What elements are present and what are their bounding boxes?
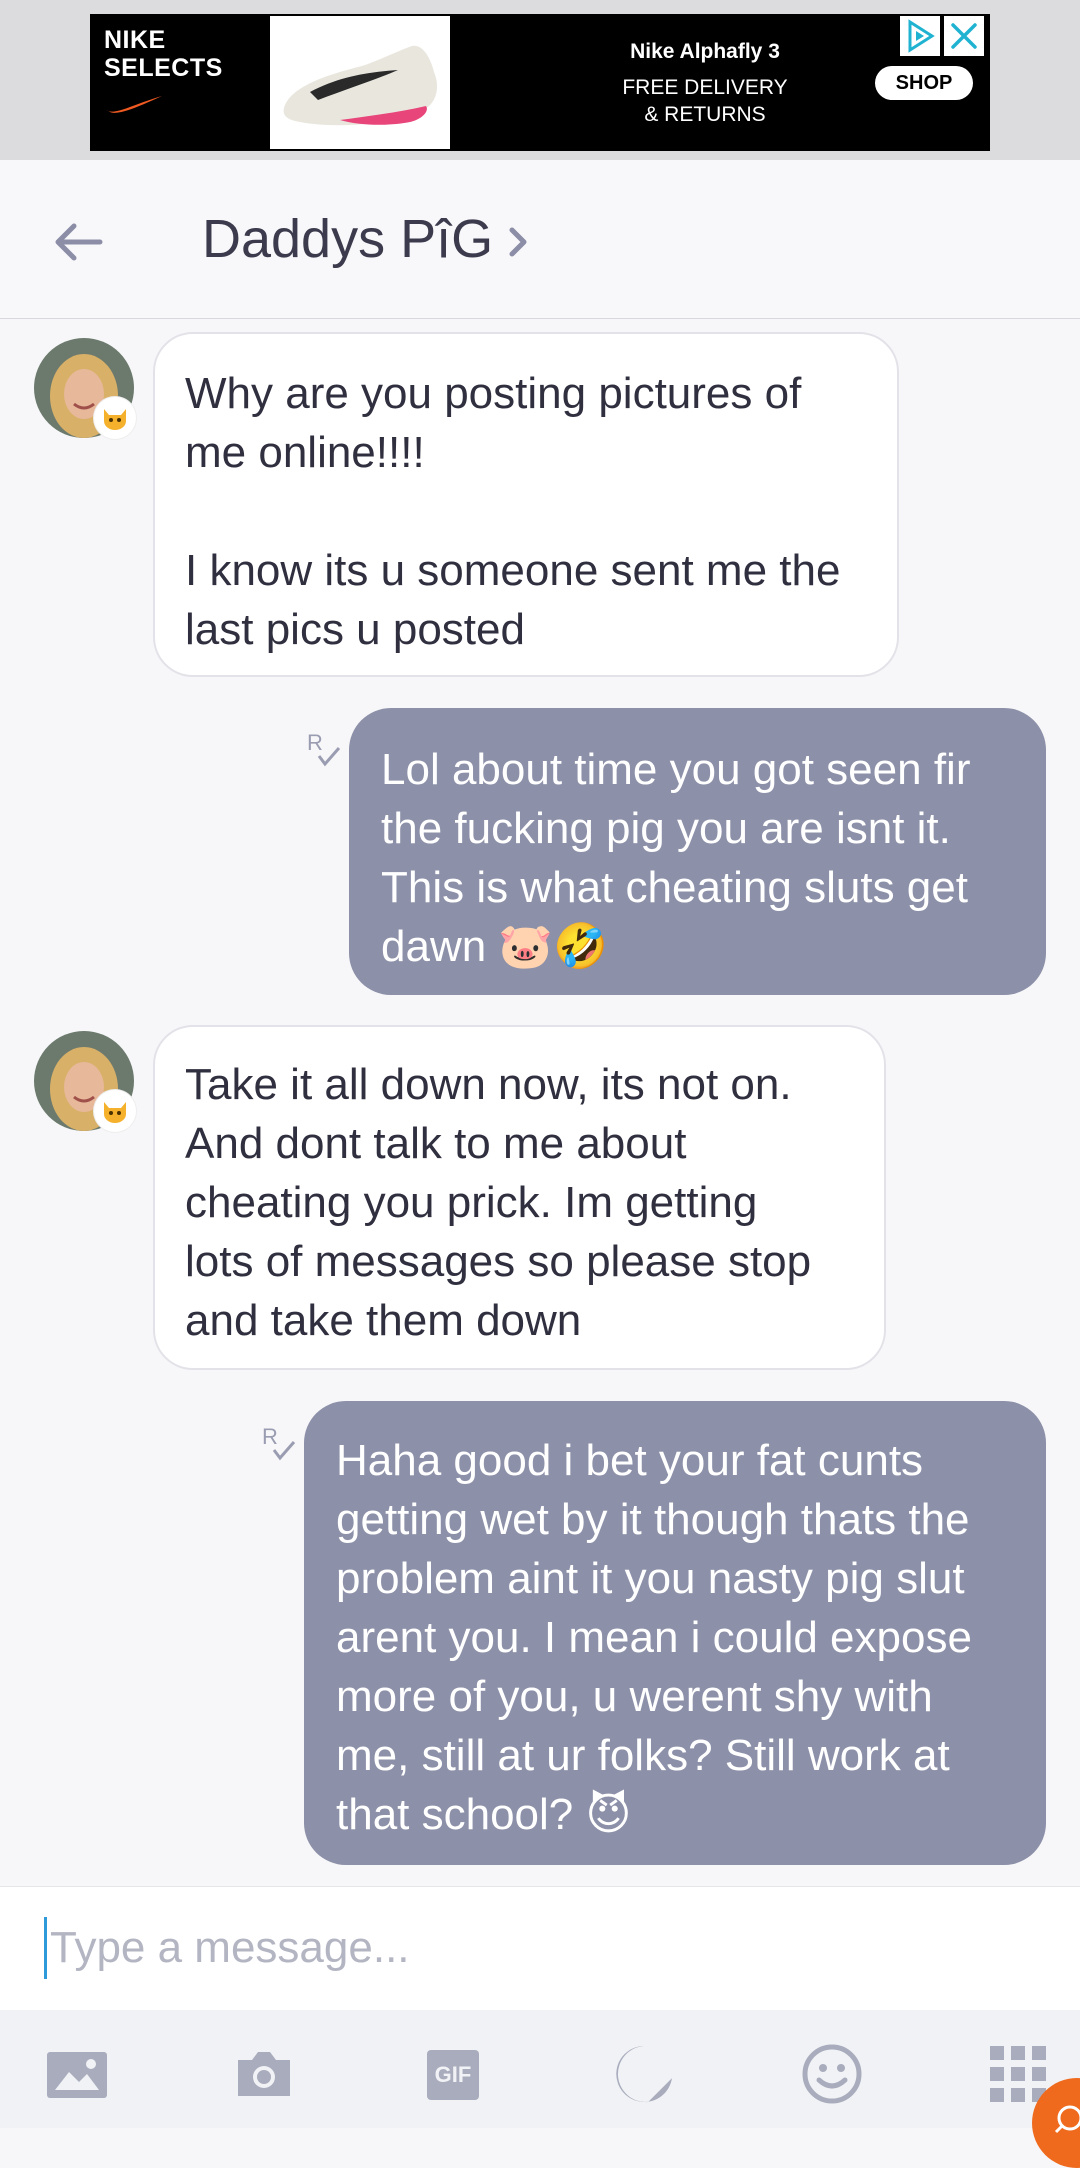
read-receipt-icon: R xyxy=(307,730,341,767)
message-bubble-outgoing[interactable]: Haha good i bet your fat cunts getting w… xyxy=(304,1401,1046,1865)
ad-subtitle-line1: FREE DELIVERY xyxy=(622,76,788,99)
message-input[interactable] xyxy=(50,1913,1030,1983)
read-receipt-icon: R xyxy=(262,1424,296,1461)
read-receipt-label: R xyxy=(262,1424,278,1449)
gif-icon[interactable]: GIF xyxy=(427,2050,479,2100)
back-arrow-icon[interactable] xyxy=(50,212,110,272)
cat-emoji-badge xyxy=(94,397,136,439)
ad-title: Nike Alphafly 3 xyxy=(630,40,780,63)
composer-toolbar: GIF xyxy=(0,2010,1080,2128)
ad-brand: NIKE SELECTS xyxy=(104,26,223,82)
message-text: Why are you posting pictures of me onlin… xyxy=(185,369,841,654)
text-caret xyxy=(44,1917,47,1979)
message-bubble-incoming[interactable]: Take it all down now, its not on. And do… xyxy=(153,1025,886,1370)
ad-shoe-image[interactable] xyxy=(270,16,450,149)
ad-subtitle-line2: & RETURNS xyxy=(644,103,766,126)
read-receipt-label: R xyxy=(307,730,323,755)
cat-face-icon xyxy=(104,409,126,430)
ad-shop-button[interactable]: SHOP xyxy=(875,66,973,100)
message-bubble-outgoing[interactable]: Lol about time you got seen fir the fuck… xyxy=(349,708,1046,995)
ad-subtitle: FREE DELIVERY & RETURNS xyxy=(540,74,870,128)
chevron-right-icon[interactable] xyxy=(504,224,534,260)
ad-close-icon[interactable] xyxy=(944,16,984,56)
nike-swoosh-icon xyxy=(106,96,162,113)
message-composer xyxy=(0,1886,1080,2011)
message-bubble-incoming[interactable]: Why are you posting pictures of me onlin… xyxy=(153,332,899,677)
message-text: Haha good i bet your fat cunts getting w… xyxy=(336,1436,972,1839)
nike-ad-banner[interactable]: NIKE SELECTS Nike Alphafly 3 FREE DELIVE… xyxy=(90,14,990,151)
cat-emoji-badge xyxy=(94,1090,136,1132)
photo-icon[interactable] xyxy=(45,2042,109,2106)
adchoices-triangle-icon xyxy=(908,19,935,53)
emoji-icon[interactable] xyxy=(800,2042,864,2106)
ad-strip: NIKE SELECTS Nike Alphafly 3 FREE DELIVE… xyxy=(0,0,1080,160)
conversation-title[interactable]: Daddys PîG xyxy=(202,208,493,270)
shoe-icon xyxy=(283,45,438,126)
cat-face-icon xyxy=(104,1102,126,1123)
camera-icon[interactable] xyxy=(232,2042,296,2106)
chat-header: Daddys PîG xyxy=(0,160,1080,319)
close-icon xyxy=(951,23,977,49)
sticker-icon[interactable] xyxy=(612,2042,676,2106)
chat-bubble-icon xyxy=(1054,2105,1080,2134)
message-text: Lol about time you got seen fir the fuck… xyxy=(381,745,971,971)
message-text: Take it all down now, its not on. And do… xyxy=(185,1060,812,1345)
adchoices-icon[interactable] xyxy=(900,16,940,56)
